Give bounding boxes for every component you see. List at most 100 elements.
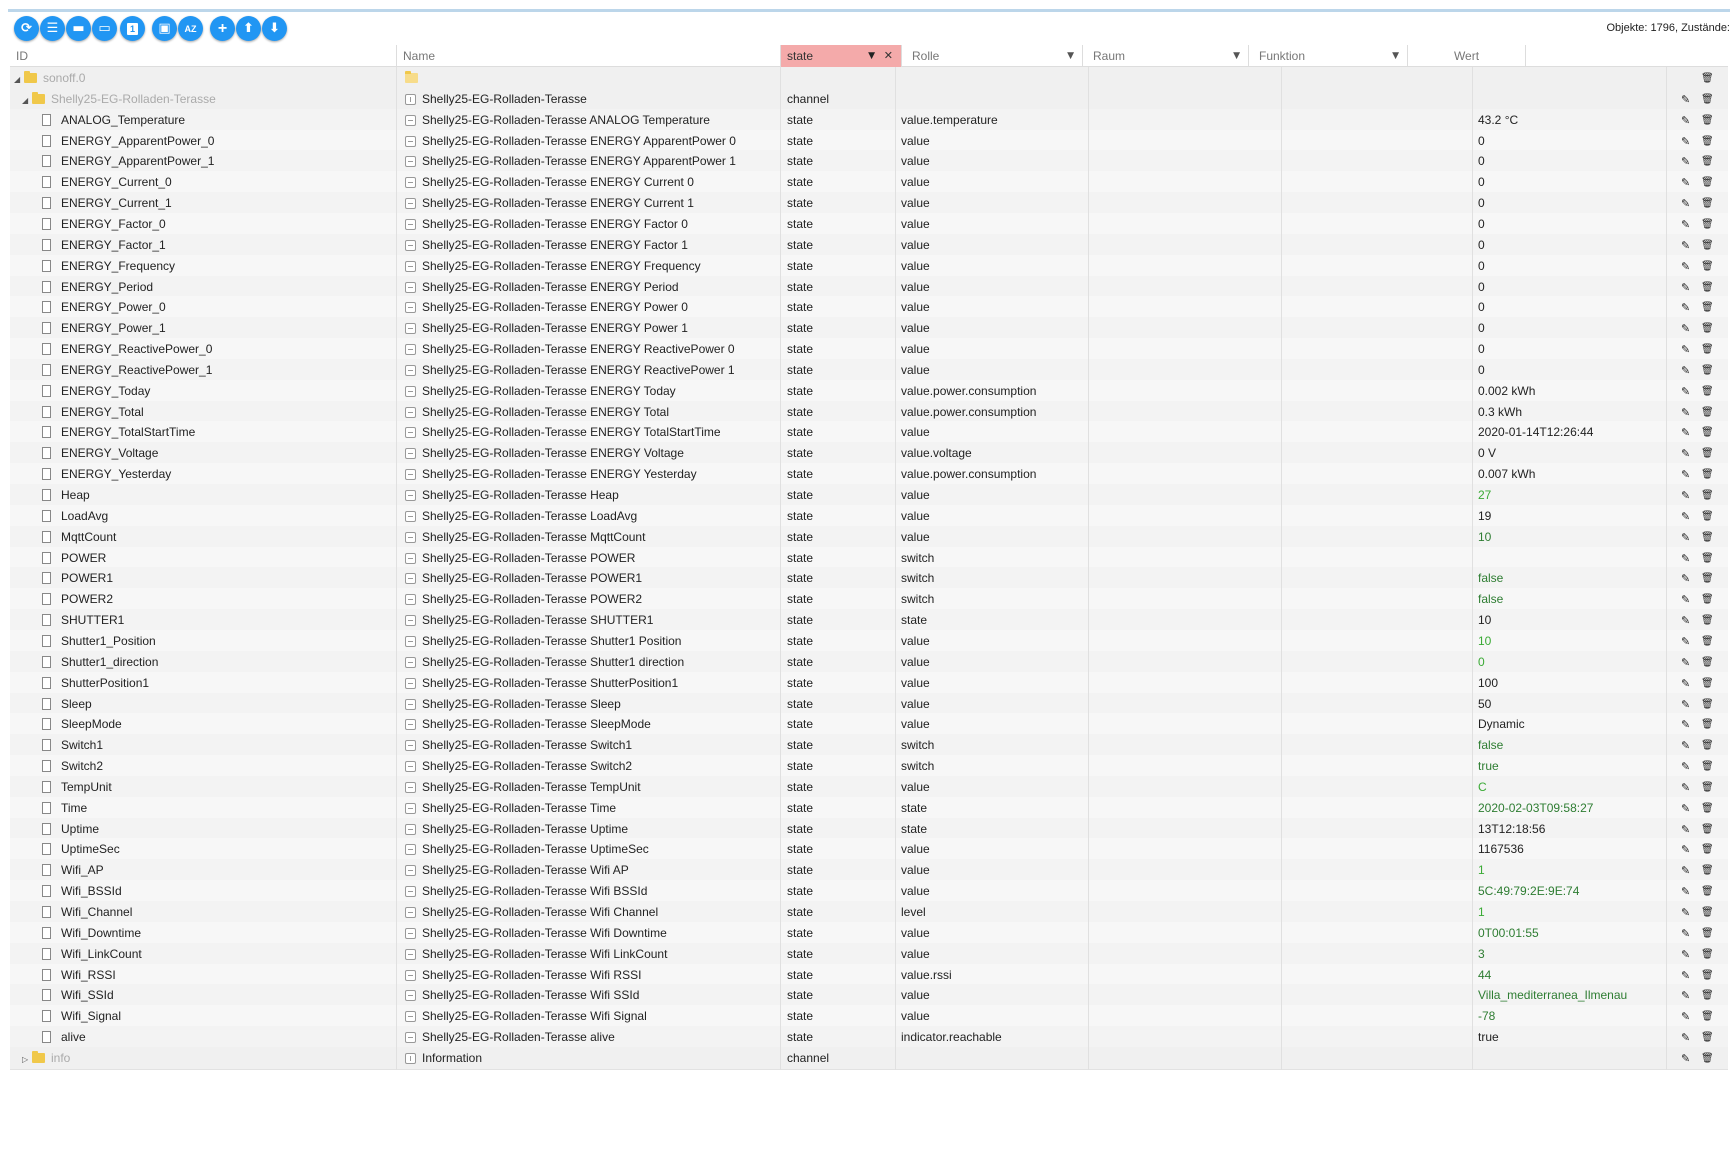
id-cell[interactable]: ◢ Shelly25-EG-Rolladen-Terasse [10, 87, 397, 111]
delete-icon[interactable]: 🗑 [1701, 713, 1714, 736]
contacts-button[interactable]: ▣ [152, 16, 177, 41]
clear-filter-icon[interactable]: ✕ [884, 45, 893, 67]
table-row[interactable]: Wifi_LinkCount Shelly25-EG-Rolladen-Teras… [10, 942, 1728, 966]
id-cell[interactable]: Wifi_Signal [10, 1005, 397, 1029]
id-cell[interactable]: ENERGY_ApparentPower_0 [10, 129, 397, 153]
collapse-folders-button[interactable]: ▭ [92, 16, 117, 41]
id-cell[interactable]: Wifi_AP [10, 859, 397, 883]
table-row[interactable]: Wifi_BSSId Shelly25-EG-Rolladen-Terasse W… [10, 880, 1728, 904]
delete-icon[interactable]: 🗑 [1701, 734, 1714, 757]
edit-icon[interactable]: ✎ [1681, 1026, 1690, 1049]
add-object-button[interactable]: + [210, 16, 235, 41]
table-row[interactable]: ENERGY_ApparentPower_0 Shelly25-EG-Rollad… [10, 129, 1728, 153]
edit-icon[interactable]: ✎ [1681, 192, 1690, 215]
delete-icon[interactable]: 🗑 [1701, 964, 1714, 987]
edit-icon[interactable]: ✎ [1681, 484, 1690, 507]
id-cell[interactable]: ENERGY_ReactivePower_0 [10, 338, 397, 362]
table-row[interactable]: Wifi_SSId Shelly25-EG-Rolladen-Terasse Wi… [10, 984, 1728, 1008]
edit-icon[interactable]: ✎ [1681, 755, 1690, 778]
table-row[interactable]: Shutter1_direction Shelly25-EG-Rolladen-T… [10, 650, 1728, 674]
download-button[interactable]: ⬇ [262, 16, 287, 41]
edit-icon[interactable]: ✎ [1681, 880, 1690, 903]
table-row[interactable]: ENERGY_Power_1 Shelly25-EG-Rolladen-Teras… [10, 317, 1728, 341]
table-row[interactable]: Wifi_Channel Shelly25-EG-Rolladen-Terasse… [10, 901, 1728, 924]
delete-icon[interactable]: 🗑 [1701, 255, 1714, 278]
edit-icon[interactable]: ✎ [1681, 130, 1690, 153]
edit-icon[interactable]: ✎ [1681, 818, 1690, 841]
id-cell[interactable]: ENERGY_ReactivePower_1 [10, 358, 397, 382]
edit-icon[interactable]: ✎ [1681, 276, 1690, 299]
collapse-arrow-icon[interactable]: ◢ [14, 68, 24, 90]
table-row[interactable]: SleepMode Shelly25-EG-Rolladen-Terasse Sl… [10, 713, 1728, 737]
table-row[interactable]: LoadAvg Shelly25-EG-Rolladen-Terasse Load… [10, 504, 1728, 528]
delete-icon[interactable]: 🗑 [1701, 547, 1714, 570]
edit-icon[interactable]: ✎ [1681, 88, 1690, 111]
role-filter-select[interactable]: Rolle ▼ [902, 45, 1083, 67]
delete-icon[interactable]: 🗑 [1701, 1005, 1714, 1028]
delete-icon[interactable]: 🗑 [1701, 526, 1714, 549]
table-row[interactable]: Heap Shelly25-EG-Rolladen-Terasse Heap sta… [10, 484, 1728, 507]
collapse-arrow-icon[interactable]: ◢ [22, 89, 32, 111]
delete-icon[interactable]: 🗑 [1701, 693, 1714, 716]
edit-icon[interactable]: ✎ [1681, 693, 1690, 716]
table-row[interactable]: Switch2 Shelly25-EG-Rolladen-Terasse Swit… [10, 755, 1728, 779]
id-cell[interactable]: POWER [10, 546, 397, 570]
edit-icon[interactable]: ✎ [1681, 401, 1690, 424]
edit-icon[interactable]: ✎ [1681, 171, 1690, 194]
delete-icon[interactable]: 🗑 [1701, 1026, 1714, 1049]
delete-icon[interactable]: 🗑 [1701, 859, 1714, 882]
delete-icon[interactable]: 🗑 [1701, 338, 1714, 361]
id-cell[interactable]: ENERGY_Power_1 [10, 317, 397, 341]
edit-icon[interactable]: ✎ [1681, 359, 1690, 382]
tree-folder-row[interactable]: ◢ Shelly25-EG-Rolladen-Terasse Shelly25-EG… [10, 87, 1728, 111]
delete-icon[interactable]: 🗑 [1701, 880, 1714, 903]
table-row[interactable]: Time Shelly25-EG-Rolladen-Terasse Time sta… [10, 796, 1728, 820]
edit-icon[interactable]: ✎ [1681, 734, 1690, 757]
id-cell[interactable]: alive [10, 1026, 397, 1050]
table-row[interactable]: Wifi_AP Shelly25-EG-Rolladen-Terasse Wifi… [10, 859, 1728, 883]
id-cell[interactable]: ENERGY_Today [10, 379, 397, 403]
edit-icon[interactable]: ✎ [1681, 588, 1690, 611]
table-row[interactable]: Sleep Shelly25-EG-Rolladen-Terasse Sleep s… [10, 692, 1728, 716]
delete-icon[interactable]: 🗑 [1701, 67, 1714, 90]
table-row[interactable]: Wifi_Downtime Shelly25-EG-Rolladen-Terass… [10, 921, 1728, 945]
id-cell[interactable]: SleepMode [10, 713, 397, 737]
id-cell[interactable]: Sleep [10, 692, 397, 716]
id-cell[interactable]: ANALOG_Temperature [10, 108, 397, 132]
edit-icon[interactable]: ✎ [1681, 526, 1690, 549]
tree-folder-row[interactable]: ◢ sonoff.0 🗑 [10, 67, 1728, 90]
table-row[interactable]: ENERGY_Power_0 Shelly25-EG-Rolladen-Teras… [10, 296, 1728, 320]
edit-icon[interactable]: ✎ [1681, 380, 1690, 403]
delete-icon[interactable]: 🗑 [1701, 463, 1714, 486]
edit-icon[interactable]: ✎ [1681, 150, 1690, 173]
table-row[interactable]: POWER1 Shelly25-EG-Rolladen-Terasse POWER… [10, 567, 1728, 591]
function-filter-select[interactable]: Funktion ▼ [1249, 45, 1408, 67]
id-cell[interactable]: ENERGY_Yesterday [10, 463, 397, 487]
edit-icon[interactable]: ✎ [1681, 234, 1690, 257]
delete-icon[interactable]: 🗑 [1701, 838, 1714, 861]
table-row[interactable]: ENERGY_Frequency Shelly25-EG-Rolladen-Ter… [10, 254, 1728, 278]
edit-icon[interactable]: ✎ [1681, 609, 1690, 632]
table-row[interactable]: MqttCount Shelly25-EG-Rolladen-Terasse Mq… [10, 525, 1728, 549]
delete-icon[interactable]: 🗑 [1701, 171, 1714, 194]
edit-icon[interactable]: ✎ [1681, 109, 1690, 132]
edit-icon[interactable]: ✎ [1681, 838, 1690, 861]
edit-icon[interactable]: ✎ [1681, 713, 1690, 736]
edit-icon[interactable]: ✎ [1681, 296, 1690, 319]
delete-icon[interactable]: 🗑 [1701, 401, 1714, 424]
table-row[interactable]: ENERGY_Period Shelly25-EG-Rolladen-Terass… [10, 275, 1728, 299]
table-row[interactable]: Uptime Shelly25-EG-Rolladen-Terasse Uptim… [10, 817, 1728, 841]
edit-icon[interactable]: ✎ [1681, 338, 1690, 361]
delete-icon[interactable]: 🗑 [1701, 317, 1714, 340]
id-cell[interactable]: ENERGY_Period [10, 275, 397, 299]
id-cell[interactable]: ENERGY_Voltage [10, 442, 397, 466]
delete-icon[interactable]: 🗑 [1701, 109, 1714, 132]
id-cell[interactable]: Wifi_Channel [10, 901, 397, 924]
id-cell[interactable]: Wifi_RSSI [10, 963, 397, 987]
table-row[interactable]: ENERGY_TotalStartTime Shelly25-EG-Rollade… [10, 421, 1728, 445]
table-row[interactable]: alive Shelly25-EG-Rolladen-Terasse alive s… [10, 1026, 1728, 1050]
id-cell[interactable]: ENERGY_Current_1 [10, 192, 397, 216]
id-cell[interactable]: ShutterPosition1 [10, 671, 397, 695]
edit-icon[interactable]: ✎ [1681, 943, 1690, 966]
table-row[interactable]: ENERGY_Yesterday Shelly25-EG-Rolladen-Ter… [10, 463, 1728, 487]
